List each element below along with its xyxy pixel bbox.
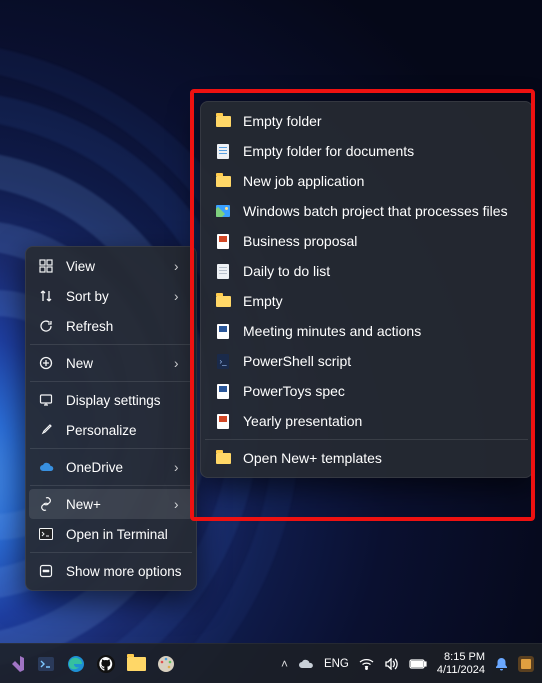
ctx-sort-by[interactable]: Sort by › <box>26 281 196 311</box>
clock-time: 8:15 PM <box>444 651 485 664</box>
ctx-label: Display settings <box>66 393 184 408</box>
terminal-icon <box>38 526 54 542</box>
tmpl-label: Daily to do list <box>243 263 330 279</box>
ctx-view[interactable]: View › <box>26 251 196 281</box>
grid-icon <box>38 258 54 274</box>
chevron-right-icon: › <box>174 356 184 371</box>
ctx-label: Sort by <box>66 289 162 304</box>
document-icon <box>215 143 231 159</box>
tray-wifi-icon[interactable] <box>359 658 374 670</box>
brush-icon <box>38 422 54 438</box>
separator <box>30 552 192 553</box>
separator <box>30 381 192 382</box>
separator <box>30 448 192 449</box>
tray-volume-icon[interactable] <box>384 658 399 670</box>
tray-language[interactable]: ENG <box>324 658 349 670</box>
tray-chevron-up-icon[interactable]: ˄ <box>281 657 288 671</box>
ctx-refresh[interactable]: Refresh <box>26 311 196 341</box>
ctx-open-terminal[interactable]: Open in Terminal <box>26 519 196 549</box>
ctx-new[interactable]: New › <box>26 348 196 378</box>
taskbar-tray-area: ˄ ENG 8:15 PM 4/11/2024 <box>281 651 542 676</box>
tmpl-label: Meeting minutes and actions <box>243 323 421 339</box>
chevron-right-icon: › <box>174 497 184 512</box>
tb-app-paint[interactable] <box>152 650 180 678</box>
folder-icon <box>215 293 231 309</box>
tray-battery-icon[interactable] <box>409 659 427 669</box>
link-icon <box>38 496 54 512</box>
taskbar: ˄ ENG 8:15 PM 4/11/2024 <box>0 643 542 683</box>
tmpl-meeting-minutes[interactable]: Meeting minutes and actions <box>201 316 532 346</box>
tmpl-batch-project[interactable]: Windows batch project that processes fil… <box>201 196 532 226</box>
more-icon <box>38 563 54 579</box>
chevron-right-icon: › <box>174 289 184 304</box>
tmpl-daily-todo[interactable]: Daily to do list <box>201 256 532 286</box>
powerpoint-icon <box>215 413 231 429</box>
refresh-icon <box>38 318 54 334</box>
cloud-icon <box>38 459 54 475</box>
tmpl-empty-folder-docs[interactable]: Empty folder for documents <box>201 136 532 166</box>
ctx-label: Show more options <box>66 564 184 579</box>
folder-icon <box>215 113 231 129</box>
image-icon <box>215 203 231 219</box>
desktop-context-menu: View › Sort by › Refresh New › Display s… <box>25 246 197 591</box>
tray-weather-icon[interactable] <box>298 658 314 670</box>
ctx-label: Personalize <box>66 423 184 438</box>
tmpl-label: Business proposal <box>243 233 357 249</box>
tmpl-label: Empty folder <box>243 113 322 129</box>
tray-clock[interactable]: 8:15 PM 4/11/2024 <box>437 651 485 676</box>
separator <box>30 344 192 345</box>
sort-icon <box>38 288 54 304</box>
ctx-display-settings[interactable]: Display settings <box>26 385 196 415</box>
tmpl-empty[interactable]: Empty <box>201 286 532 316</box>
folder-icon <box>215 450 231 466</box>
ctx-label: OneDrive <box>66 460 162 475</box>
tb-app-vs[interactable] <box>2 650 30 678</box>
plus-circle-icon <box>38 355 54 371</box>
tmpl-business-proposal[interactable]: Business proposal <box>201 226 532 256</box>
ctx-onedrive[interactable]: OneDrive › <box>26 452 196 482</box>
new-plus-submenu: Empty folder Empty folder for documents … <box>200 101 533 478</box>
ctx-show-more[interactable]: Show more options <box>26 556 196 586</box>
tb-app-explorer[interactable] <box>122 650 150 678</box>
separator <box>205 439 528 440</box>
document-icon <box>215 263 231 279</box>
word-icon <box>215 323 231 339</box>
tmpl-label: Empty <box>243 293 283 309</box>
tmpl-label: Empty folder for documents <box>243 143 414 159</box>
tb-app-edge[interactable] <box>62 650 90 678</box>
ctx-label: New <box>66 356 162 371</box>
folder-icon <box>215 173 231 189</box>
tmpl-label: Yearly presentation <box>243 413 362 429</box>
ctx-personalize[interactable]: Personalize <box>26 415 196 445</box>
tb-app-terminal[interactable] <box>32 650 60 678</box>
tmpl-label: New job application <box>243 173 364 189</box>
ctx-label: Refresh <box>66 319 184 334</box>
tmpl-powershell[interactable]: ›_ PowerShell script <box>201 346 532 376</box>
tray-notifications-icon[interactable] <box>495 657 508 671</box>
ctx-label: New+ <box>66 497 162 512</box>
ctx-label: View <box>66 259 162 274</box>
separator <box>30 485 192 486</box>
ctx-label: Open in Terminal <box>66 527 184 542</box>
tb-app-github[interactable] <box>92 650 120 678</box>
tmpl-open-templates[interactable]: Open New+ templates <box>201 443 532 473</box>
tmpl-label: PowerToys spec <box>243 383 345 399</box>
taskbar-apps <box>0 650 180 678</box>
display-icon <box>38 392 54 408</box>
tmpl-job-application[interactable]: New job application <box>201 166 532 196</box>
tmpl-powertoys-spec[interactable]: PowerToys spec <box>201 376 532 406</box>
clock-date: 4/11/2024 <box>437 664 485 677</box>
chevron-right-icon: › <box>174 259 184 274</box>
powershell-icon: ›_ <box>215 353 231 369</box>
ctx-new-plus[interactable]: New+ › <box>29 489 193 519</box>
tmpl-label: Windows batch project that processes fil… <box>243 203 508 219</box>
tmpl-empty-folder[interactable]: Empty folder <box>201 106 532 136</box>
tray-app-icon[interactable] <box>518 656 534 672</box>
tmpl-yearly-presentation[interactable]: Yearly presentation <box>201 406 532 436</box>
tmpl-label: Open New+ templates <box>243 450 382 466</box>
word-icon <box>215 383 231 399</box>
powerpoint-icon <box>215 233 231 249</box>
chevron-right-icon: › <box>174 460 184 475</box>
tmpl-label: PowerShell script <box>243 353 351 369</box>
